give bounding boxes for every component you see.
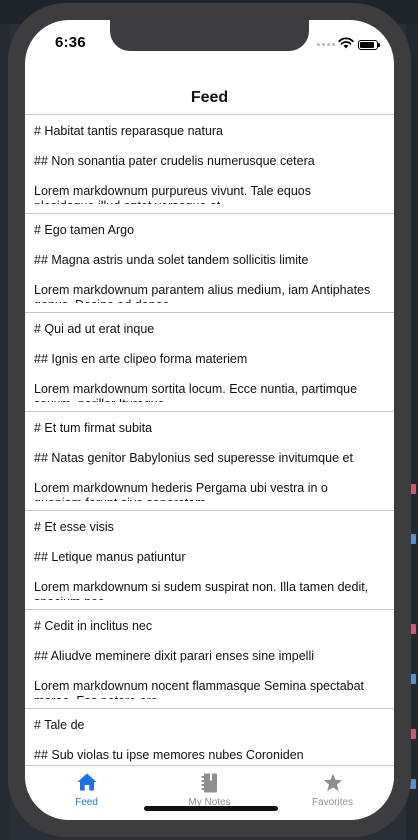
tab-feed[interactable]: Feed: [25, 766, 148, 820]
feed-item-body: Lorem markdownum nocent flammasque Semin…: [34, 679, 365, 693]
tab-label: Favorites: [311, 797, 354, 808]
feed-item-subheading: ## Natas genitor Babylonius sed superess…: [34, 451, 353, 465]
feed-item-heading: # Tale de: [34, 718, 85, 732]
star-icon: [323, 773, 342, 792]
home-indicator: [144, 806, 278, 811]
signal-icon: [317, 43, 335, 46]
feed-item[interactable]: # Tale de ## Sub violas tu ipse memores n…: [25, 709, 394, 765]
feed-item-body-overflow: morae. Fas petere ore: [34, 694, 158, 699]
feed-item-subheading: ## Ignis en arte clipeo forma materiem: [34, 352, 248, 366]
feed-item[interactable]: # Qui ad ut erat inque ## Ignis en arte c…: [25, 313, 394, 412]
feed-item-heading: # Et esse visis: [34, 520, 114, 534]
feed-item-body-overflow: quoniam ferunt sive soporatam: [34, 496, 206, 501]
tab-favorites[interactable]: Favorites: [271, 766, 394, 820]
feed-item[interactable]: # Et tum firmat subita ## Natas genitor B…: [25, 412, 394, 511]
feed-item-body-overflow: saxum, pariller Ituraque: [34, 397, 165, 402]
tab-bar: Feed My Notes Favorites: [25, 765, 394, 820]
notebook-icon: [201, 773, 217, 793]
page-title: Feed: [190, 89, 229, 106]
feed-item-body-overflow: genus. Desine ad denec: [34, 298, 169, 303]
feed-item[interactable]: # Ego tamen Argo ## Magna astris unda sol…: [25, 214, 394, 313]
tab-label: Feed: [75, 797, 98, 808]
feed-item-body: Lorem markdownum purpureus vivunt. Tale …: [34, 184, 311, 198]
feed-item-heading: # Qui ad ut erat inque: [34, 322, 155, 336]
battery-level: [360, 42, 374, 48]
feed-item-subheading: ## Non sonantia pater crudelis numerusqu…: [34, 154, 315, 168]
feed-list[interactable]: # Habitat tantis reparasque natura ## Non…: [25, 115, 394, 765]
feed-item[interactable]: # Et esse visis ## Letique manus patiuntu…: [25, 511, 394, 610]
feed-item-body-overflow: spacium nec: [34, 595, 104, 600]
tab-my-notes[interactable]: My Notes: [148, 766, 271, 820]
feed-item-heading: # Habitat tantis reparasque natura: [34, 124, 224, 138]
feed-item-body: Lorem markdownum sortita locum. Ecce nun…: [34, 382, 358, 396]
feed-item-heading: # Et tum firmat subita: [34, 421, 153, 435]
battery-icon: [358, 40, 380, 50]
status-time: 6:36: [55, 34, 86, 51]
feed-item-subheading: ## Sub violas tu ipse memores nubes Coro…: [34, 748, 304, 762]
phone-frame: 6:36 Feed # Habitat tantis reparasque na…: [8, 3, 411, 837]
wifi-icon: [338, 37, 354, 49]
feed-item-subheading: ## Aliudve meminere dixit parari enses s…: [34, 649, 314, 663]
feed-item-body-overflow: plesidaque illud antet versaque et: [34, 199, 220, 204]
feed-item-subheading: ## Letique manus patiuntur: [34, 550, 186, 564]
navigation-bar: Feed: [25, 64, 394, 115]
feed-item[interactable]: # Cedit in inclitus nec ## Aliudve memine…: [25, 610, 394, 709]
home-icon: [77, 773, 96, 791]
feed-item-heading: # Ego tamen Argo: [34, 223, 135, 237]
feed-item-subheading: ## Magna astris unda solet tandem sollic…: [34, 253, 309, 267]
feed-item-heading: # Cedit in inclitus nec: [34, 619, 153, 633]
feed-item-body: Lorem markdownum parantem alius medium, …: [34, 283, 371, 297]
device-notch: [110, 20, 309, 51]
phone-screen: 6:36 Feed # Habitat tantis reparasque na…: [25, 20, 394, 820]
feed-item[interactable]: # Habitat tantis reparasque natura ## Non…: [25, 115, 394, 214]
feed-item-body: Lorem markdownum hederis Pergama ubi ves…: [34, 481, 328, 495]
feed-item-body: Lorem markdownum si sudem suspirat non. …: [34, 580, 369, 594]
